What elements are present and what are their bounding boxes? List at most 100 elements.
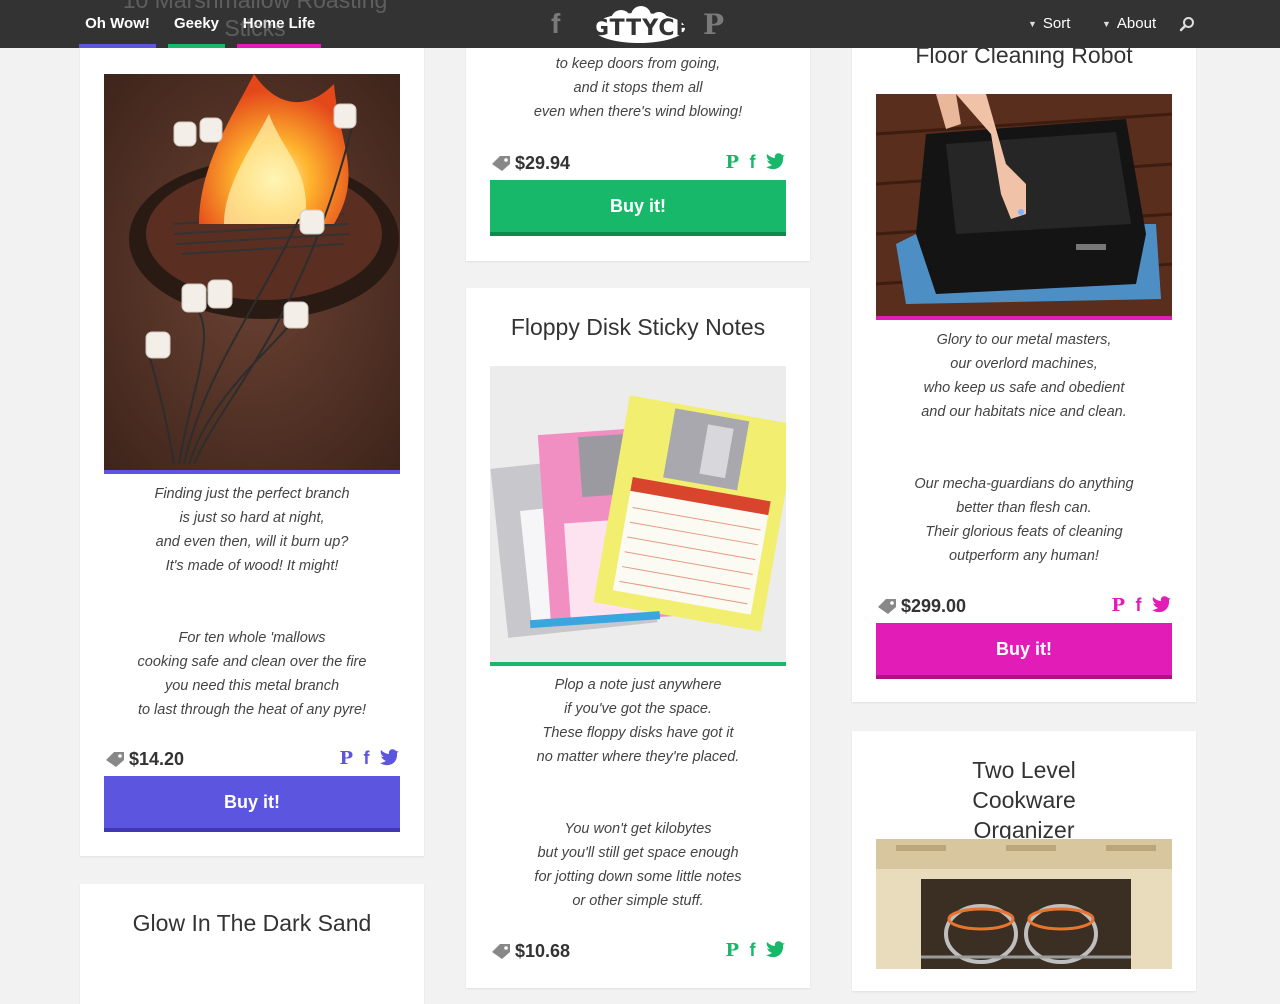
product-title[interactable]: Floppy Disk Sticky Notes — [466, 312, 810, 342]
buy-button[interactable]: Buy it! — [876, 623, 1172, 679]
product-image[interactable] — [876, 839, 1172, 969]
product-card-robot: Floor Cleaning Robot Glory to our metal … — [852, 0, 1196, 702]
share-buttons: P f — [720, 940, 786, 962]
tab-geeky[interactable]: Geeky — [168, 0, 225, 48]
poem-line: is just so hard at night, — [179, 510, 325, 526]
buy-button-label: Buy it! — [224, 792, 280, 812]
tab-underline — [237, 44, 321, 48]
tab-label: Home Life — [242, 15, 316, 32]
poem-line: our overlord machines, — [950, 356, 1098, 372]
product-poem: You won't get kilobytes but you'll still… — [466, 817, 810, 913]
facebook-icon[interactable]: f — [364, 748, 370, 769]
poem-line: but you'll still get space enough — [537, 845, 739, 861]
floppy-notes-image — [490, 366, 786, 662]
poem-line: Their glorious feats of cleaning — [925, 524, 1123, 540]
product-price: $10.68 — [515, 941, 571, 961]
twitter-icon[interactable] — [766, 152, 786, 170]
product-card-glow-sand: Glow In The Dark Sand — [80, 884, 424, 1004]
poem-line: even when there's wind blowing! — [533, 104, 743, 120]
tab-home-life[interactable]: Home Life — [237, 0, 321, 48]
sort-label: Sort — [1042, 15, 1071, 32]
image-underline — [104, 470, 400, 474]
share-buttons: P f — [334, 748, 400, 770]
product-title[interactable]: Two Level Cookware Organizer — [922, 755, 1126, 845]
twitter-icon[interactable] — [766, 940, 786, 958]
about-menu[interactable]: ▼ About — [1102, 0, 1156, 48]
product-card-cookware: Two Level Cookware Organizer — [852, 731, 1196, 991]
poem-line: who keep us safe and obedient — [923, 380, 1125, 396]
poem-line: These floppy disks have got it — [542, 725, 734, 741]
facebook-icon[interactable]: f — [551, 8, 560, 40]
poem-line: Finding just the perfect branch — [154, 486, 350, 502]
pinterest-icon[interactable]: P — [703, 8, 724, 41]
buy-button[interactable]: Buy it! — [104, 776, 400, 832]
product-image[interactable] — [876, 94, 1172, 316]
poem-line: you need this metal branch — [164, 678, 340, 694]
product-poem: Glory to our metal masters, our overlord… — [852, 328, 1196, 424]
poem-line: and our habitats nice and clean. — [921, 404, 1127, 420]
poem-line: to keep doors from going, — [555, 56, 721, 72]
product-card-marshmallow: Finding just the perfect branch is just … — [80, 30, 424, 856]
poem-line: to last through the heat of any pyre! — [137, 702, 367, 718]
price-tag-icon — [492, 156, 510, 171]
caret-down-icon: ▼ — [1102, 19, 1111, 30]
price-row: $14.20 P f — [104, 746, 400, 772]
facebook-icon[interactable]: f — [750, 940, 756, 961]
search-icon[interactable] — [1179, 16, 1195, 32]
poem-line: and it stops them all — [573, 80, 703, 96]
price-tag-icon — [492, 944, 510, 959]
facebook-icon[interactable]: f — [750, 152, 756, 173]
cookware-image — [876, 839, 1172, 969]
poem-line: It's made of wood! It might! — [165, 558, 339, 574]
poem-line: no matter where they're placed. — [536, 749, 740, 765]
buy-button-label: Buy it! — [996, 639, 1052, 659]
product-image[interactable] — [490, 366, 786, 662]
tab-oh-wow[interactable]: Oh Wow! — [79, 0, 156, 48]
poem-line: You won't get kilobytes — [564, 821, 712, 837]
poem-line: Glory to our metal masters, — [936, 332, 1112, 348]
buy-button[interactable]: Buy it! — [490, 180, 786, 236]
poem-line: cooking safe and clean over the fire — [137, 654, 367, 670]
buy-button-label: Buy it! — [610, 196, 666, 216]
poem-line: and even then, will it burn up? — [155, 534, 349, 550]
pinterest-icon[interactable]: P — [340, 748, 354, 769]
poem-line: Plop a note just anywhere — [554, 677, 722, 693]
poem-line: outperform any human! — [949, 548, 1099, 564]
robot-image — [876, 94, 1172, 316]
product-poem: Plop a note just anywhere if you've got … — [466, 673, 810, 769]
price-row: $29.94 P f — [490, 150, 786, 176]
price-tag-icon — [878, 599, 896, 614]
pinterest-icon[interactable]: P — [726, 152, 740, 173]
product-poem: Our mecha-guardians do anything better t… — [852, 472, 1196, 568]
site-logo[interactable]: f GTTYCB P — [545, 0, 735, 48]
tab-underline — [168, 44, 225, 48]
poem-line: if you've got the space. — [564, 701, 712, 717]
tab-label: Oh Wow! — [85, 15, 150, 32]
product-poem: For ten whole 'mallows cooking safe and … — [80, 626, 424, 722]
product-title[interactable]: Glow In The Dark Sand — [80, 908, 424, 938]
tab-underline — [79, 44, 156, 48]
product-price: $299.00 — [901, 596, 967, 616]
image-underline — [876, 316, 1172, 320]
poem-line: Our mecha-guardians do anything — [914, 476, 1134, 492]
pinterest-icon[interactable]: P — [1112, 595, 1126, 616]
pinterest-icon[interactable]: P — [726, 940, 740, 961]
facebook-icon[interactable]: f — [1136, 595, 1142, 616]
twitter-icon[interactable] — [1152, 595, 1172, 613]
poem-line: For ten whole 'mallows — [178, 630, 326, 646]
share-buttons: P f — [1106, 595, 1172, 617]
tab-label: Geeky — [173, 15, 220, 32]
product-price: $29.94 — [515, 153, 571, 173]
twitter-icon[interactable] — [380, 748, 400, 766]
poem-line: or other simple stuff. — [572, 893, 704, 909]
share-buttons: P f — [720, 152, 786, 174]
price-tag-icon — [106, 752, 124, 767]
sort-menu[interactable]: ▼ Sort — [1028, 0, 1070, 48]
poem-line: for jotting down some little notes — [534, 869, 742, 885]
poem-line: better than flesh can. — [956, 500, 1092, 516]
product-poem: Finding just the perfect branch is just … — [80, 482, 424, 578]
image-underline — [490, 662, 786, 666]
logo-text: GTTYCB — [591, 16, 694, 41]
product-image[interactable] — [104, 74, 400, 470]
product-poem: to keep doors from going, and it stops t… — [466, 52, 810, 124]
